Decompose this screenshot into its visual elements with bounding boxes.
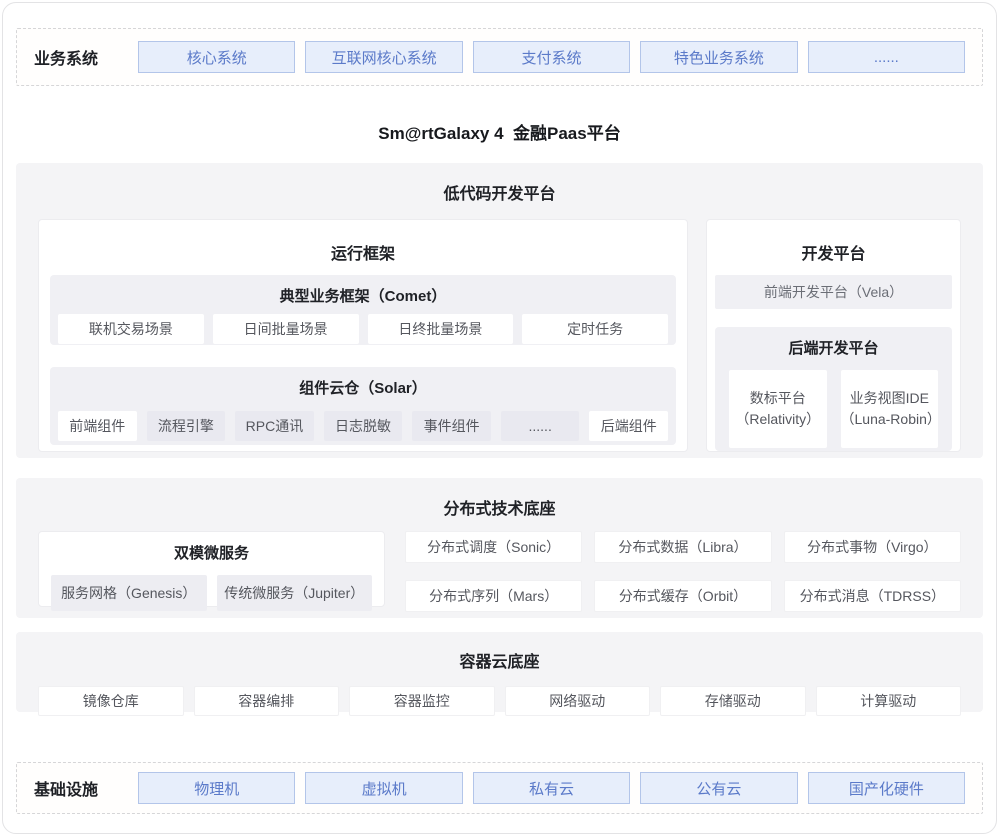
solar-warehouse-title: 组件云仓（Solar）: [58, 377, 668, 398]
lowcode-platform-section: 低代码开发平台 运行框架 典型业务框架（Comet） 联机交易场景 日间批量场景…: [16, 163, 983, 458]
infra-domestic-hardware[interactable]: 国产化硬件: [808, 772, 965, 804]
solar-warehouse-box: 组件云仓（Solar） 前端组件 流程引擎 RPC通讯 日志脱敏 事件组件 ..…: [50, 367, 676, 445]
distributed-message-tdrss[interactable]: 分布式消息（TDRSS）: [784, 580, 961, 612]
business-systems-label: 业务系统: [34, 45, 138, 69]
dual-mode-items: 服务网格（Genesis） 传统微服务（Jupiter）: [51, 575, 372, 611]
solar-item-rpc[interactable]: RPC通讯: [235, 411, 314, 441]
infra-virtual-machine[interactable]: 虚拟机: [305, 772, 462, 804]
container-orchestration[interactable]: 容器编排: [194, 686, 340, 716]
comet-framework-box: 典型业务框架（Comet） 联机交易场景 日间批量场景 日终批量场景 定时任务: [50, 275, 676, 345]
dev-platform-panel: 开发平台 前端开发平台（Vela） 后端开发平台 数标平台 （Relativit…: [706, 219, 961, 452]
runtime-framework-panel: 运行框架 典型业务框架（Comet） 联机交易场景 日间批量场景 日终批量场景 …: [38, 219, 688, 452]
distributed-cache-orbit[interactable]: 分布式缓存（Orbit）: [594, 580, 771, 612]
comet-item-intraday-batch[interactable]: 日间批量场景: [213, 314, 359, 344]
business-view-ide-codename: （Luna-Robin）: [841, 409, 939, 430]
distributed-body: 双模微服务 服务网格（Genesis） 传统微服务（Jupiter） 分布式调度…: [38, 531, 961, 612]
runtime-framework-title: 运行框架: [50, 240, 676, 264]
container-monitoring[interactable]: 容器监控: [349, 686, 495, 716]
storage-driver[interactable]: 存储驱动: [660, 686, 806, 716]
distributed-scheduling-sonic[interactable]: 分布式调度（Sonic）: [405, 531, 582, 563]
container-base-section: 容器云底座 镜像仓库 容器编排 容器监控 网络驱动 存储驱动 计算驱动: [16, 632, 983, 712]
solar-item-process-engine[interactable]: 流程引擎: [147, 411, 226, 441]
compute-driver[interactable]: 计算驱动: [816, 686, 962, 716]
business-system-special[interactable]: 特色业务系统: [640, 41, 797, 73]
infra-physical-machine[interactable]: 物理机: [138, 772, 295, 804]
distributed-base-section: 分布式技术底座 双模微服务 服务网格（Genesis） 传统微服务（Jupite…: [16, 478, 983, 618]
network-driver[interactable]: 网络驱动: [505, 686, 651, 716]
infra-private-cloud[interactable]: 私有云: [473, 772, 630, 804]
container-base-title: 容器云底座: [38, 648, 961, 672]
solar-item-backend-components[interactable]: 后端组件: [589, 411, 668, 441]
business-system-core[interactable]: 核心系统: [138, 41, 295, 73]
lowcode-platform-title: 低代码开发平台: [38, 180, 961, 204]
data-standard-platform-relativity[interactable]: 数标平台 （Relativity）: [729, 370, 827, 448]
service-mesh-genesis[interactable]: 服务网格（Genesis）: [51, 575, 207, 611]
lowcode-body: 运行框架 典型业务框架（Comet） 联机交易场景 日间批量场景 日终批量场景 …: [38, 219, 961, 452]
backend-dev-platform-box: 后端开发平台 数标平台 （Relativity） 业务视图IDE （Luna-R…: [715, 327, 952, 451]
business-system-payment[interactable]: 支付系统: [473, 41, 630, 73]
business-view-ide-name: 业务视图IDE: [850, 388, 929, 409]
data-standard-platform-codename: （Relativity）: [735, 409, 820, 430]
solar-item-event-components[interactable]: 事件组件: [412, 411, 491, 441]
traditional-microservices-jupiter[interactable]: 传统微服务（Jupiter）: [217, 575, 373, 611]
image-registry[interactable]: 镜像仓库: [38, 686, 184, 716]
distributed-sequence-mars[interactable]: 分布式序列（Mars）: [405, 580, 582, 612]
solar-item-frontend-components[interactable]: 前端组件: [58, 411, 137, 441]
distributed-base-title: 分布式技术底座: [38, 495, 961, 519]
comet-item-scheduled-task[interactable]: 定时任务: [522, 314, 668, 344]
infrastructure-label: 基础设施: [34, 776, 138, 800]
comet-framework-title: 典型业务框架（Comet）: [58, 285, 668, 306]
dual-mode-microservices-title: 双模微服务: [51, 542, 372, 563]
platform-title: Sm@rtGalaxy 4 金融Paas平台: [16, 119, 983, 137]
solar-item-log-masking[interactable]: 日志脱敏: [324, 411, 403, 441]
comet-item-eod-batch[interactable]: 日终批量场景: [368, 314, 514, 344]
comet-item-online-trading[interactable]: 联机交易场景: [58, 314, 204, 344]
dual-mode-microservices-panel: 双模微服务 服务网格（Genesis） 传统微服务（Jupiter）: [38, 531, 385, 607]
frontend-dev-platform-vela[interactable]: 前端开发平台（Vela）: [715, 275, 952, 309]
container-base-items: 镜像仓库 容器编排 容器监控 网络驱动 存储驱动 计算驱动: [38, 686, 961, 716]
backend-dev-cards: 数标平台 （Relativity） 业务视图IDE （Luna-Robin）: [729, 370, 938, 448]
solar-item-more[interactable]: ......: [501, 411, 580, 441]
distributed-cards-grid: 分布式调度（Sonic） 分布式数据（Libra） 分布式事物（Virgo） 分…: [405, 531, 961, 612]
business-view-ide-luna-robin[interactable]: 业务视图IDE （Luna-Robin）: [841, 370, 939, 448]
distributed-data-libra[interactable]: 分布式数据（Libra）: [594, 531, 771, 563]
comet-items: 联机交易场景 日间批量场景 日终批量场景 定时任务: [58, 314, 668, 344]
distributed-transaction-virgo[interactable]: 分布式事物（Virgo）: [784, 531, 961, 563]
infrastructure-items: 物理机 虚拟机 私有云 公有云 国产化硬件: [138, 772, 965, 804]
architecture-diagram: 业务系统 核心系统 互联网核心系统 支付系统 特色业务系统 ...... Sm@…: [16, 0, 983, 814]
business-system-internet-core[interactable]: 互联网核心系统: [305, 41, 462, 73]
backend-dev-platform-title: 后端开发平台: [729, 337, 938, 358]
data-standard-platform-name: 数标平台: [750, 388, 806, 409]
dev-platform-title: 开发平台: [715, 240, 952, 264]
business-systems-items: 核心系统 互联网核心系统 支付系统 特色业务系统 ......: [138, 41, 965, 73]
infrastructure-row: 基础设施 物理机 虚拟机 私有云 公有云 国产化硬件: [16, 762, 983, 814]
business-systems-row: 业务系统 核心系统 互联网核心系统 支付系统 特色业务系统 ......: [16, 28, 983, 86]
business-system-more[interactable]: ......: [808, 41, 965, 73]
infra-public-cloud[interactable]: 公有云: [640, 772, 797, 804]
solar-items: 前端组件 流程引擎 RPC通讯 日志脱敏 事件组件 ...... 后端组件: [58, 411, 668, 441]
